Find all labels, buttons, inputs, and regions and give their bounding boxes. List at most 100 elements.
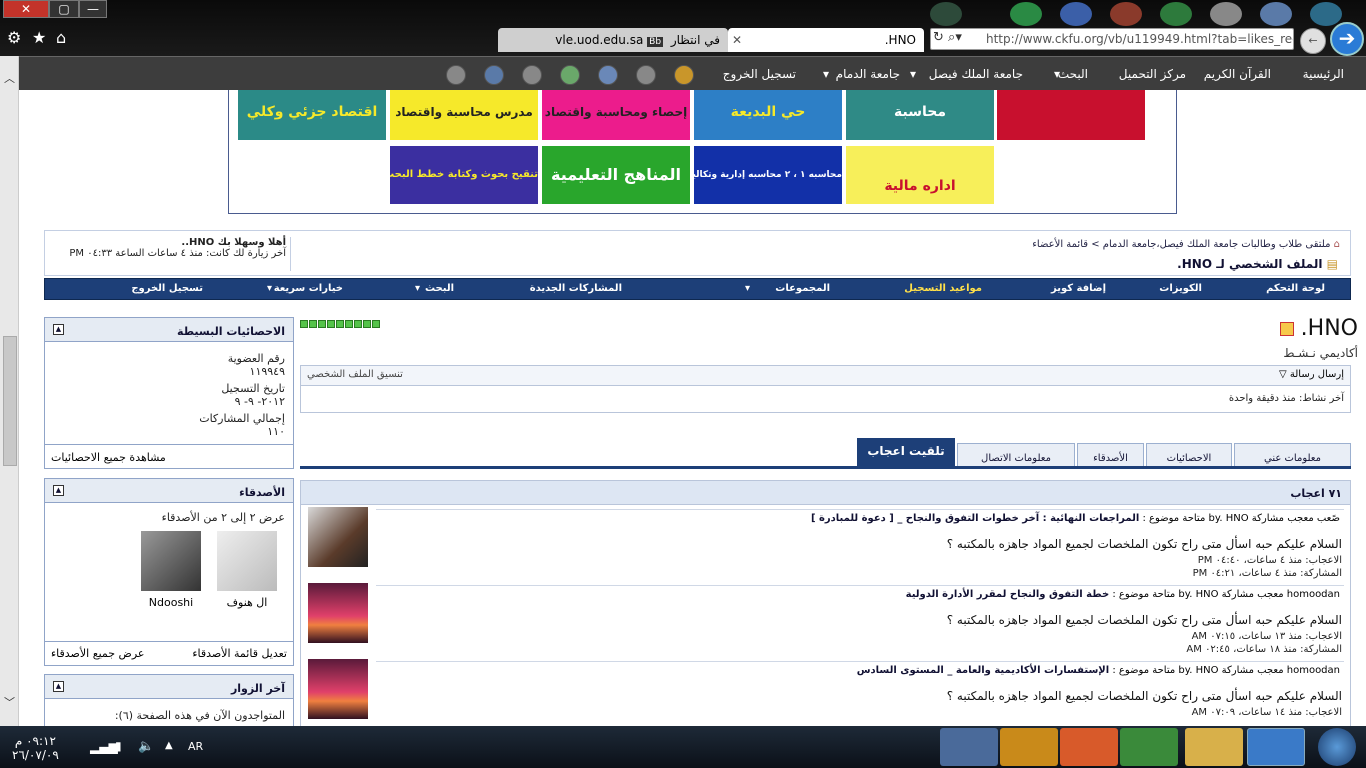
post-text[interactable]: السلام عليكم حبه اسأل متى راح تكون الملخ… [947, 689, 1342, 703]
pen-icon[interactable] [636, 65, 656, 85]
toolbar-app-icon[interactable] [930, 2, 962, 26]
scrollbar-thumb[interactable] [3, 336, 17, 466]
signal-icon[interactable]: ▂▄▆ [90, 740, 118, 754]
tab-likes-received[interactable]: تلقيت اعجاب [857, 438, 955, 467]
page-scrollbar[interactable]: ︿ ﹀ [0, 56, 19, 726]
liker-avatar[interactable] [308, 583, 368, 643]
toolbar-app-icon[interactable] [1110, 2, 1142, 26]
nav-quran[interactable]: القرآن الكريم [1204, 67, 1271, 81]
chat-icon[interactable] [560, 65, 580, 85]
ad-tile[interactable]: اداره مالية [846, 146, 994, 204]
ad-tile[interactable]: مدرس محاسبة واقتصاد [390, 90, 538, 140]
nav-quizzes[interactable]: الكويزات [1159, 283, 1202, 294]
tab-profile[interactable]: HNO. [728, 28, 924, 52]
refresh-icon[interactable]: ↻ [933, 30, 944, 45]
battery-icon[interactable]: ▮ [115, 739, 122, 753]
breadcrumb[interactable]: ⌂ ملتقى طلاب وطالبات جامعة الملك فيصل،جا… [1032, 239, 1340, 250]
liker-avatar[interactable] [308, 659, 368, 719]
home-icon[interactable]: ⌂ [1334, 239, 1340, 250]
forward-button[interactable]: ← [1300, 28, 1326, 54]
toolbar-app-icon[interactable] [1260, 2, 1292, 26]
taskbar-clock[interactable]: ٠٩:١٢ م ٢٦/٠٧/٠٩ [12, 734, 59, 762]
nav-upload-center[interactable]: مركز التحميل [1119, 67, 1186, 81]
nav-logout[interactable]: تسجيل الخروج [723, 67, 796, 81]
user-icon[interactable] [484, 65, 504, 85]
edit-friends-link[interactable]: تعديل قائمة الأصدقاء [192, 647, 287, 660]
nav-new-posts[interactable]: المشاركات الجديدة [530, 283, 622, 294]
view-all-stats-link[interactable]: مشاهدة جميع الاحصائيات [45, 444, 293, 470]
gear-icon[interactable]: ⚙ [7, 28, 21, 47]
window-close-button[interactable]: ✕ [3, 0, 49, 18]
nav-groups[interactable]: المجموعات [775, 283, 830, 294]
collapse-icon[interactable]: ▲ [53, 485, 64, 496]
nav-kfu[interactable]: جامعة الملك فيصل [929, 67, 1023, 81]
folder-icon: ▤ [1326, 257, 1338, 271]
tab-about-me[interactable]: معلومات عني [1234, 443, 1351, 467]
ad-tile[interactable]: إحصاء ومحاسبة واقتصاد [542, 90, 690, 140]
tray-expand-icon[interactable]: ▲ [165, 740, 173, 751]
gallery-icon[interactable] [522, 65, 542, 85]
taskbar-app-icon[interactable] [1060, 728, 1118, 766]
ad-tile[interactable]: محاسبه ١ ، ٢ محاسبه إدارية وتكاليف [694, 146, 842, 204]
view-all-friends-link[interactable]: عرض جميع الأصدقاء [51, 647, 144, 660]
start-button[interactable] [1318, 728, 1356, 766]
nav-add-quiz[interactable]: إضافة كويز [1051, 283, 1106, 294]
toolbar-app-icon[interactable] [1060, 2, 1092, 26]
toolbar-app-icon[interactable] [1210, 2, 1242, 26]
scroll-up-icon[interactable]: ︿ [4, 70, 15, 86]
nav-search[interactable]: البحث [1058, 67, 1088, 81]
collapse-icon[interactable]: ▲ [53, 324, 64, 335]
star-icon[interactable]: ★ [32, 28, 46, 47]
ad-tile[interactable]: محاسبة [846, 90, 994, 140]
profile-customize-link[interactable]: تنسيق الملف الشخصي [307, 369, 403, 380]
taskbar-app-icon[interactable] [1000, 728, 1058, 766]
likes-count: ٧١ اعجاب [301, 481, 1350, 505]
liker-avatar[interactable] [308, 507, 368, 567]
dropdown-arrow-icon: ▾ [822, 67, 829, 81]
scroll-down-icon[interactable]: ﹀ [4, 694, 15, 710]
ad-tile[interactable]: تنقيح بحوث وكتابة خطط البحث [390, 146, 538, 204]
window-minimize-button[interactable]: — [79, 0, 107, 18]
toolbar-app-icon[interactable] [1310, 2, 1342, 26]
volume-icon[interactable]: 🔈 [138, 739, 154, 754]
search-icon[interactable]: ⌕▾ [948, 30, 962, 45]
ad-tile[interactable]: اقتصاد جزئي وكلي [238, 90, 386, 140]
taskbar-app-icon[interactable] [940, 728, 998, 766]
toolbar-app-icon[interactable] [1010, 2, 1042, 26]
ad-tile[interactable]: حي البديعة [694, 90, 842, 140]
nav-dammam[interactable]: جامعة الدمام [836, 67, 900, 81]
explorer-icon[interactable] [1185, 728, 1243, 766]
tab-friends[interactable]: الأصدقاء [1077, 443, 1144, 467]
collapse-icon[interactable]: ▲ [53, 681, 64, 692]
heart-icon[interactable] [446, 65, 466, 85]
send-message-button[interactable]: إرسال رسالة ▽ [1279, 369, 1344, 380]
tv-icon[interactable] [598, 65, 618, 85]
tab-vle[interactable]: في انتظار vle.uod.edu.sa Bb [498, 28, 728, 52]
tab-contact-info[interactable]: معلومات الاتصال [957, 443, 1075, 467]
nav-quick-options[interactable]: خيارات سريعة [274, 283, 343, 294]
post-text[interactable]: السلام عليكم حبه اسأل متى راح تكون الملخ… [947, 537, 1342, 551]
close-tab-icon[interactable]: ✕ [732, 33, 742, 47]
back-button[interactable]: ➔ [1330, 22, 1364, 56]
window-maximize-button[interactable]: ▢ [49, 0, 79, 18]
nav-home[interactable]: الرئيسية [1303, 67, 1344, 81]
tab-statistics[interactable]: الاحصائيات [1146, 443, 1232, 467]
nav-control-panel[interactable]: لوحة التحكم [1266, 283, 1325, 294]
nav-logout[interactable]: تسجيل الخروج [131, 283, 203, 294]
friend-name[interactable]: Ndooshi [141, 596, 201, 609]
language-indicator[interactable]: AR [188, 740, 203, 753]
friend-avatar[interactable] [217, 531, 277, 591]
ie-icon[interactable] [1247, 728, 1305, 766]
address-bar[interactable]: http://www.ckfu.org/vb/u119949.html?tab=… [930, 28, 1294, 50]
nav-registration-dates[interactable]: مواعيد التسجيل [904, 283, 982, 294]
chrome-icon[interactable] [1120, 728, 1178, 766]
toolbar-app-icon[interactable] [1160, 2, 1192, 26]
friend-avatar[interactable] [141, 531, 201, 591]
home-icon[interactable]: ⌂ [56, 28, 66, 47]
nav-search[interactable]: البحث [425, 283, 454, 294]
ad-tile[interactable]: المناهج التعليمية [542, 146, 690, 204]
post-text[interactable]: السلام عليكم حبه اسأل متى راح تكون الملخ… [947, 613, 1342, 627]
bookshelf-icon[interactable] [674, 65, 694, 85]
friend-name[interactable]: ال هنوف [217, 596, 277, 609]
ad-tile[interactable] [997, 90, 1145, 140]
